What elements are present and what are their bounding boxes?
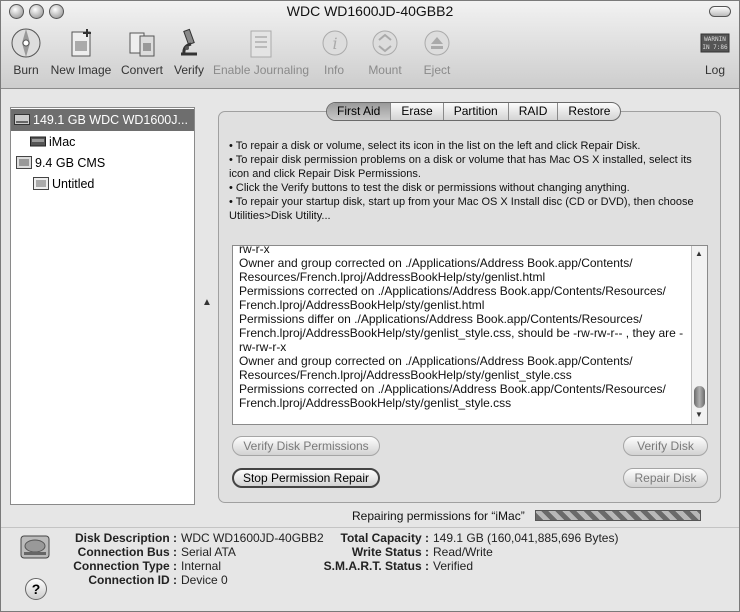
help-button[interactable]: ? <box>25 578 47 600</box>
tab-restore[interactable]: Restore <box>558 103 620 120</box>
journaling-icon <box>250 30 272 58</box>
burn-icon <box>11 28 41 58</box>
info-key: Connection Bus : <box>77 545 177 559</box>
scroll-up-icon[interactable]: ▲ <box>695 249 703 258</box>
sidebar-item-imac[interactable]: iMac <box>11 131 194 153</box>
log-button[interactable]: WARNIN IN 7:86 Log <box>699 27 731 77</box>
svg-text:IN 7:86: IN 7:86 <box>702 44 728 51</box>
info-icon: i <box>322 30 348 56</box>
stop-permission-repair-button[interactable]: Stop Permission Repair <box>232 468 380 488</box>
disk-info-left-values: WDC WD1600JD-40GBB2 Serial ATA Internal … <box>181 531 324 591</box>
mount-button[interactable]: Mount <box>364 27 406 77</box>
info-key: S.M.A.R.T. Status : <box>323 559 429 573</box>
verify-button[interactable]: Verify <box>171 27 207 77</box>
info-value: Device 0 <box>181 573 228 587</box>
info-key: Disk Description : <box>74 531 177 545</box>
instruction-line: • To repair a disk or volume, select its… <box>229 140 641 152</box>
volume-icon <box>30 136 46 147</box>
titlebar: WDC WD1600JD-40GBB2 Burn New Image Conve… <box>1 1 739 89</box>
hard-disk-icon <box>14 114 30 125</box>
volume-icon <box>33 177 49 190</box>
eject-button[interactable]: Eject <box>421 27 453 77</box>
enable-journaling-button[interactable]: Enable Journaling <box>213 27 309 77</box>
instruction-line: • To repair your startup disk, start up … <box>229 196 694 222</box>
info-button[interactable]: i Info <box>319 27 349 77</box>
info-value: Internal <box>181 559 222 573</box>
log-line: Owner and group corrected on ./Applicati… <box>239 354 633 382</box>
window-title: WDC WD1600JD-40GBB2 <box>286 3 454 19</box>
convert-icon <box>129 32 155 57</box>
mount-icon <box>372 30 398 56</box>
tab-first-aid[interactable]: First Aid <box>327 103 392 120</box>
info-key: Total Capacity : <box>340 531 429 545</box>
splitter-handle-icon[interactable]: ▲ <box>202 297 212 308</box>
sidebar-item-untitled[interactable]: Untitled <box>11 173 194 195</box>
svg-text:WARNIN: WARNIN <box>704 36 726 43</box>
tab-raid[interactable]: RAID <box>509 103 559 120</box>
log-line: Permissions corrected on ./Applications/… <box>239 382 666 410</box>
info-value: Verified <box>433 559 474 573</box>
burn-button[interactable]: Burn <box>7 27 45 77</box>
toolbar-toggle-button[interactable] <box>709 6 731 17</box>
divider <box>1 527 739 528</box>
microscope-icon <box>181 28 197 56</box>
repair-log[interactable]: rw-r-x Owner and group corrected on ./Ap… <box>232 245 708 425</box>
instruction-line: • Click the Verify buttons to test the d… <box>229 182 630 194</box>
info-value: Read/Write <box>433 545 493 559</box>
log-line: Permissions differ on ./Applications/Add… <box>239 312 684 354</box>
disk-list[interactable]: 149.1 GB WDC WD1600J... iMac 9.4 GB CMS … <box>10 107 195 505</box>
eject-icon <box>424 30 450 56</box>
verify-disk-button[interactable]: Verify Disk <box>623 436 708 456</box>
disk-info-right-values: 149.1 GB (160,041,885,696 Bytes) Read/Wr… <box>433 531 663 591</box>
verify-disk-permissions-button[interactable]: Verify Disk Permissions <box>232 436 380 456</box>
tab-bar: First Aid Erase Partition RAID Restore <box>326 102 622 121</box>
log-scrollbar[interactable]: ▲ ▼ <box>691 246 707 424</box>
repair-disk-button[interactable]: Repair Disk <box>623 468 708 488</box>
instruction-line: • To repair disk permission problems on … <box>229 154 692 180</box>
info-key: Write Status : <box>351 545 429 559</box>
log-icon: WARNININ 7:86 <box>700 33 730 53</box>
log-line: rw-r-x <box>239 245 270 256</box>
tab-erase[interactable]: Erase <box>391 103 444 120</box>
info-key: Connection Type : <box>73 559 177 573</box>
disk-info-right: Total Capacity : Write Status : S.M.A.R.… <box>321 531 429 591</box>
sidebar-item-wdc-disk[interactable]: 149.1 GB WDC WD1600J... <box>11 109 194 131</box>
scroll-down-icon[interactable]: ▼ <box>695 410 703 419</box>
log-text: rw-r-x Owner and group corrected on ./Ap… <box>239 245 687 410</box>
scroll-thumb[interactable] <box>694 386 705 408</box>
disk-image-icon <box>16 156 32 169</box>
info-value: WDC WD1600JD-40GBB2 <box>181 531 324 545</box>
sidebar-item-cms-disk[interactable]: 9.4 GB CMS <box>11 152 194 174</box>
svg-text:i: i <box>332 34 337 53</box>
instructions-text: • To repair a disk or volume, select its… <box>229 139 711 223</box>
log-line: Owner and group corrected on ./Applicati… <box>239 256 633 284</box>
info-value: Serial ATA <box>181 545 236 559</box>
log-line: Permissions corrected on ./Applications/… <box>239 284 666 312</box>
info-value: 149.1 GB (160,041,885,696 Bytes) <box>433 531 619 545</box>
progress-label: Repairing permissions for “iMac” <box>352 509 525 523</box>
convert-button[interactable]: Convert <box>119 27 165 77</box>
new-image-icon <box>71 29 91 57</box>
info-key: Connection ID : <box>88 573 177 587</box>
disk-utility-window: WDC WD1600JD-40GBB2 Burn New Image Conve… <box>0 0 740 612</box>
new-image-button[interactable]: New Image <box>50 27 112 77</box>
progress-bar <box>535 510 701 521</box>
tab-partition[interactable]: Partition <box>444 103 509 120</box>
